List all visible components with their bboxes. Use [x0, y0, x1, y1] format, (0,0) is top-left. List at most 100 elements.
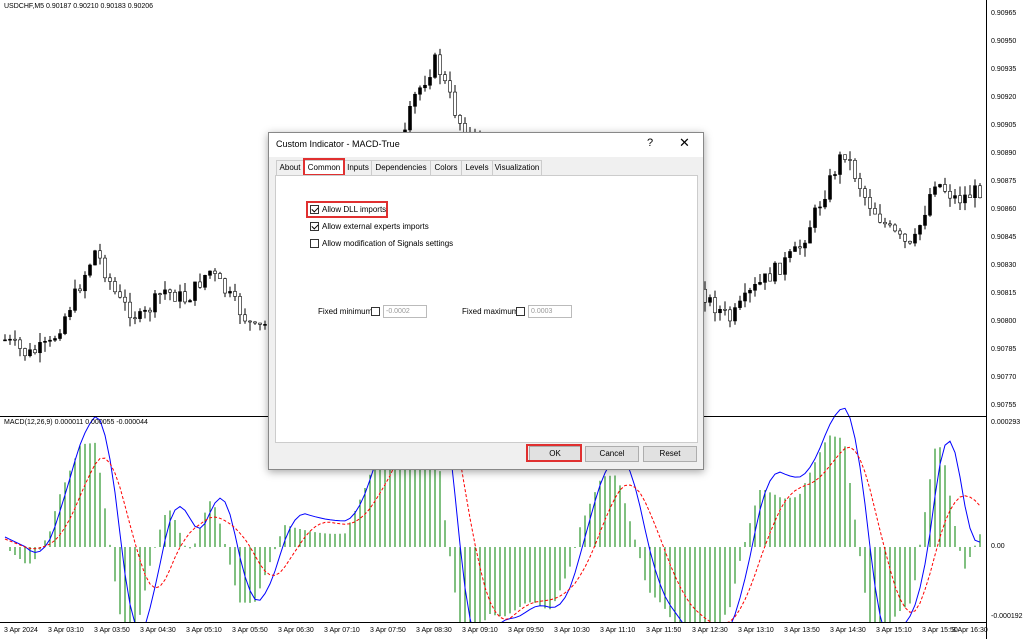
candle: [38, 332, 42, 363]
candle: [3, 334, 7, 342]
price-label: 0.90830: [991, 262, 1017, 269]
candle: [203, 274, 207, 291]
candle: [978, 183, 982, 199]
candle: [198, 273, 202, 289]
candle: [903, 233, 907, 249]
tab-highlight: [303, 158, 345, 176]
time-label: 3 Apr 07:10: [324, 627, 360, 634]
candle: [928, 188, 932, 217]
tab-inputs[interactable]: Inputs: [344, 160, 372, 175]
time-scale[interactable]: 3 Apr 2024 3 Apr 03:10 3 Apr 03:50 3 Apr…: [0, 622, 988, 640]
candle: [183, 282, 187, 305]
candle: [413, 91, 417, 114]
checkbox-box[interactable]: [310, 239, 319, 248]
price-label: 0.90950: [991, 38, 1017, 45]
dialog-title: Custom Indicator - MACD-True: [276, 139, 400, 149]
candle: [738, 295, 742, 311]
candle: [68, 306, 72, 321]
price-label: 0.90845: [991, 234, 1017, 241]
candle: [153, 290, 157, 318]
candle: [208, 270, 212, 279]
cancel-button[interactable]: Cancel: [585, 446, 639, 462]
candle: [178, 284, 182, 309]
custom-indicator-dialog: Custom Indicator - MACD-True ? ✕ About C…: [268, 132, 704, 470]
candle: [188, 298, 192, 303]
fixed-minimum-label: Fixed minimum: [318, 307, 373, 316]
candle: [258, 322, 262, 331]
candle: [78, 284, 82, 294]
reset-button[interactable]: Reset: [643, 446, 697, 462]
fixed-maximum-input[interactable]: 0.0003: [528, 305, 572, 318]
fixed-minimum-input[interactable]: -0.0002: [383, 305, 427, 318]
fixed-maximum-checkbox[interactable]: [516, 307, 525, 316]
candle: [433, 52, 437, 79]
candle: [158, 292, 162, 304]
candle: [8, 334, 12, 345]
candle: [968, 185, 972, 199]
fixed-minimum-checkbox[interactable]: [371, 307, 380, 316]
time-label: 3 Apr 07:50: [370, 627, 406, 634]
candle: [453, 85, 457, 119]
candle: [18, 337, 22, 357]
candle: [898, 228, 902, 239]
price-scale[interactable]: 0.90965 0.90950 0.90935 0.90920 0.90905 …: [986, 0, 1024, 639]
price-label: 0.90860: [991, 206, 1017, 213]
candle: [943, 177, 947, 194]
tab-about[interactable]: About: [276, 160, 304, 175]
time-label: 3 Apr 15:10: [876, 627, 912, 634]
price-label: 0.90770: [991, 374, 1017, 381]
tab-levels[interactable]: Levels: [461, 160, 493, 175]
close-button[interactable]: ✕: [679, 135, 690, 151]
candle: [833, 171, 837, 180]
tab-dependencies[interactable]: Dependencies: [371, 160, 431, 175]
time-label: 3 Apr 09:10: [462, 627, 498, 634]
candle: [873, 202, 877, 215]
candle: [893, 223, 897, 233]
candle: [733, 303, 737, 325]
checkbox-label: Allow external experts imports: [322, 222, 429, 231]
candle: [443, 71, 447, 84]
candle: [28, 343, 32, 358]
price-label: 0.90785: [991, 346, 1017, 353]
candle: [33, 344, 37, 355]
candle: [73, 279, 77, 313]
candle: [243, 308, 247, 324]
candle: [948, 184, 952, 207]
help-button[interactable]: ?: [647, 137, 653, 149]
allow-external-experts-checkbox[interactable]: Allow external experts imports: [310, 222, 429, 231]
candle: [853, 158, 857, 182]
time-label: 3 Apr 13:10: [738, 627, 774, 634]
candle: [123, 289, 127, 311]
candle: [818, 201, 822, 216]
candle: [133, 311, 137, 325]
price-label: 0.90815: [991, 290, 1017, 297]
time-label: 3 Apr 05:10: [186, 627, 222, 634]
candle: [53, 335, 57, 342]
candle: [83, 271, 87, 299]
dialog-titlebar[interactable]: Custom Indicator - MACD-True ? ✕: [269, 133, 703, 157]
candle: [458, 114, 462, 131]
candle: [423, 75, 427, 92]
checkbox-box[interactable]: [310, 222, 319, 231]
tab-visualization[interactable]: Visualization: [492, 160, 542, 175]
candle: [43, 336, 47, 352]
time-label: 3 Apr 14:30: [830, 627, 866, 634]
candle: [963, 186, 967, 211]
candle: [858, 172, 862, 197]
candle: [758, 273, 762, 286]
candle: [418, 85, 422, 101]
candle: [883, 217, 887, 228]
candle: [768, 267, 772, 282]
candle: [233, 283, 237, 301]
candle: [808, 220, 812, 244]
allow-signals-modification-checkbox[interactable]: Allow modification of Signals settings: [310, 239, 453, 248]
fixed-maximum-label: Fixed maximum: [462, 307, 519, 316]
candle: [48, 335, 52, 347]
candle: [248, 320, 252, 331]
candle: [448, 71, 452, 99]
time-label: 3 Apr 08:30: [416, 627, 452, 634]
macd-scale-label: 0.000293: [991, 419, 1021, 426]
candle: [408, 100, 412, 133]
tab-colors[interactable]: Colors: [430, 160, 462, 175]
candle: [193, 281, 197, 306]
